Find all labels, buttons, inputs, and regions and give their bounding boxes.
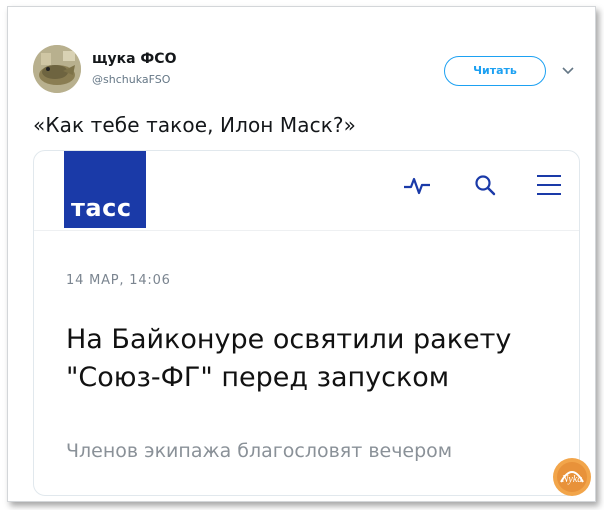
link-preview-card[interactable]: тасс 14 МАР, 14:06 На Байконуре освятили… <box>33 150 580 496</box>
tass-logo-text: тасс <box>71 194 132 222</box>
tweet-embed: щука ФСО @shchukaFSO Читать «Как тебе та… <box>7 6 596 502</box>
pulse-icon <box>402 173 432 197</box>
chevron-down-icon[interactable] <box>560 62 576 78</box>
tweet-text: «Как тебе такое, Илон Маск?» <box>33 113 356 137</box>
svg-text:Nyka: Nyka <box>561 474 583 485</box>
author-name[interactable]: щука ФСО <box>92 51 177 67</box>
article-title: На Байконуре освятили ракету "Союз-ФГ" п… <box>66 324 512 393</box>
avatar[interactable] <box>33 45 81 93</box>
tass-logo: тасс <box>64 151 146 228</box>
menu-icon <box>534 173 564 197</box>
search-icon <box>470 173 500 197</box>
author-handle[interactable]: @shchukaFSO <box>92 73 170 86</box>
watermark-logo: Nyka <box>551 456 593 498</box>
follow-button[interactable]: Читать <box>444 56 546 86</box>
card-header: тасс <box>34 151 579 231</box>
article-date: 14 МАР, 14:06 <box>66 273 171 288</box>
article-subtitle: Членов экипажа благословят вечером <box>66 440 453 462</box>
